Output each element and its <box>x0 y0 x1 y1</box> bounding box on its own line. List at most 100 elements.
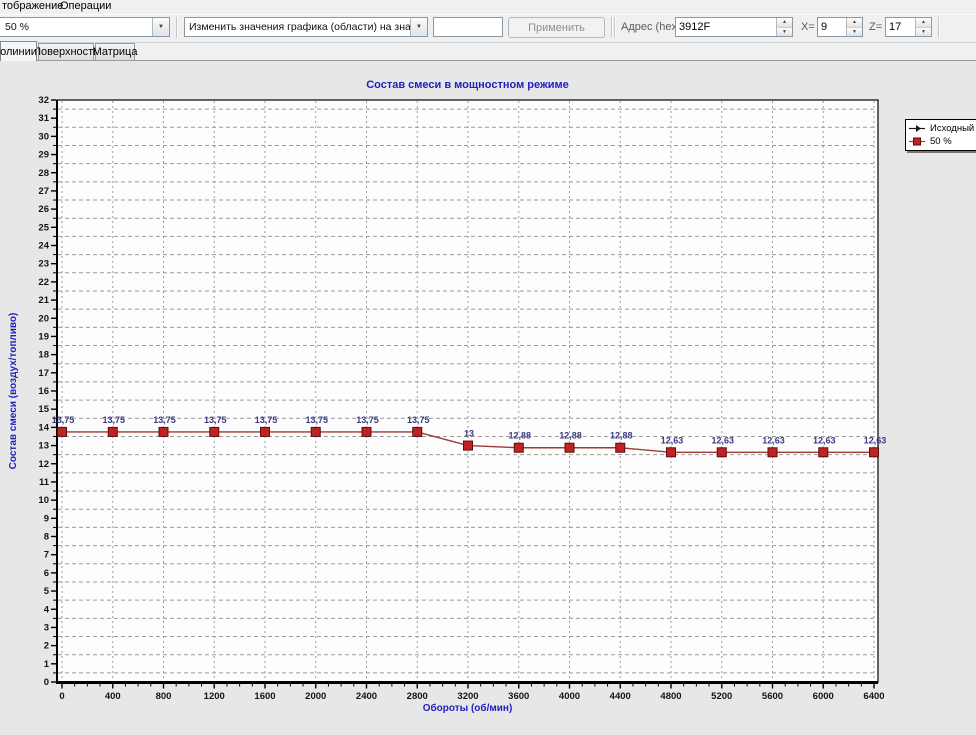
svg-text:13,75: 13,75 <box>356 415 379 425</box>
svg-text:400: 400 <box>105 691 121 702</box>
toolbar-grip <box>614 17 616 38</box>
menu-item-display[interactable]: тображение <box>0 0 65 14</box>
toolbar-separator <box>611 17 613 38</box>
legend-item-50pct: 50 % <box>909 135 974 148</box>
apply-button[interactable]: Применить <box>508 17 605 38</box>
svg-text:4000: 4000 <box>559 691 580 702</box>
svg-text:30: 30 <box>38 131 49 142</box>
svg-text:9: 9 <box>44 513 49 524</box>
svg-text:16: 16 <box>38 386 49 397</box>
tab-isolines[interactable]: олинии <box>0 41 37 61</box>
map-select-combo[interactable]: 50 % ▼ <box>0 17 170 37</box>
svg-text:12,88: 12,88 <box>559 431 582 441</box>
svg-text:11: 11 <box>39 477 50 488</box>
svg-text:7: 7 <box>44 550 49 561</box>
chevron-down-icon[interactable]: ▼ <box>410 18 427 36</box>
svg-text:6: 6 <box>44 568 49 579</box>
svg-text:2: 2 <box>44 641 49 652</box>
svg-text:4400: 4400 <box>610 691 631 702</box>
svg-text:10: 10 <box>38 495 49 506</box>
value-input[interactable] <box>433 17 503 37</box>
svg-text:800: 800 <box>156 691 172 702</box>
svg-text:13,75: 13,75 <box>204 415 227 425</box>
menu-item-operations[interactable]: Операции <box>58 0 113 14</box>
svg-text:13,75: 13,75 <box>52 415 75 425</box>
svg-text:6000: 6000 <box>813 691 834 702</box>
x-input[interactable] <box>818 18 846 36</box>
chart-legend: Исходный 50 % <box>905 119 976 151</box>
operation-select-combo[interactable]: Изменить значения графика (области) на з… <box>184 17 428 37</box>
svg-text:12,63: 12,63 <box>813 435 836 445</box>
z-input[interactable] <box>886 18 915 36</box>
svg-text:2000: 2000 <box>305 691 326 702</box>
svg-text:14: 14 <box>38 422 49 433</box>
svg-text:5: 5 <box>44 586 50 597</box>
svg-text:1: 1 <box>44 659 50 670</box>
svg-text:12,88: 12,88 <box>610 431 633 441</box>
svg-text:13,75: 13,75 <box>153 415 176 425</box>
svg-text:13: 13 <box>464 429 474 439</box>
svg-text:3600: 3600 <box>508 691 529 702</box>
svg-text:12,63: 12,63 <box>661 435 684 445</box>
map-select-value: 50 % <box>0 21 152 33</box>
svg-text:12,63: 12,63 <box>762 435 785 445</box>
spinner-arrows-icon[interactable]: ▲▼ <box>846 18 862 36</box>
svg-text:Обороты (об/мин): Обороты (об/мин) <box>423 702 513 714</box>
ecu-editor-window: тображение Операции 50 % ▼ Изменить знач… <box>0 0 976 735</box>
arrow-line-icon <box>909 124 927 133</box>
spinner-arrows-icon[interactable]: ▲▼ <box>915 18 931 36</box>
svg-text:4: 4 <box>44 604 50 615</box>
svg-text:18: 18 <box>38 350 49 361</box>
x-spinner[interactable]: ▲▼ <box>817 17 863 37</box>
tab-matrix[interactable]: Матрица <box>95 43 135 60</box>
x-label: X= <box>801 21 815 33</box>
menu-bar: тображение Операции <box>0 0 976 14</box>
svg-text:2800: 2800 <box>407 691 428 702</box>
svg-text:0: 0 <box>59 691 64 702</box>
toolbar: 50 % ▼ Изменить значения графика (област… <box>0 14 976 43</box>
svg-text:32: 32 <box>38 95 49 106</box>
svg-text:21: 21 <box>38 295 49 306</box>
operation-select-value: Изменить значения графика (области) на з… <box>185 21 410 33</box>
svg-text:3200: 3200 <box>457 691 478 702</box>
legend-item-original: Исходный <box>909 122 974 135</box>
svg-text:12,88: 12,88 <box>508 431 531 441</box>
svg-text:24: 24 <box>38 241 49 252</box>
svg-text:2400: 2400 <box>356 691 377 702</box>
z-spinner[interactable]: ▲▼ <box>885 17 932 37</box>
svg-text:4800: 4800 <box>660 691 681 702</box>
svg-text:5600: 5600 <box>762 691 783 702</box>
svg-text:6400: 6400 <box>863 691 884 702</box>
svg-text:27: 27 <box>38 186 49 197</box>
svg-text:23: 23 <box>38 259 49 270</box>
spinner-arrows-icon[interactable]: ▲▼ <box>776 18 792 36</box>
svg-text:3: 3 <box>44 622 49 633</box>
svg-text:13,75: 13,75 <box>407 415 430 425</box>
svg-text:13: 13 <box>38 441 49 452</box>
svg-text:26: 26 <box>38 204 49 215</box>
svg-text:29: 29 <box>38 150 49 161</box>
square-marker-icon <box>909 137 927 146</box>
z-label: Z= <box>869 21 882 33</box>
svg-text:13,75: 13,75 <box>102 415 125 425</box>
svg-text:8: 8 <box>44 532 49 543</box>
address-label: Адрес (hex) <box>621 21 681 33</box>
svg-text:22: 22 <box>38 277 49 288</box>
tab-surface[interactable]: Поверхность <box>38 43 94 60</box>
svg-text:Состав смеси в мощностном режи: Состав смеси в мощностном режиме <box>366 79 569 91</box>
svg-text:28: 28 <box>38 168 49 179</box>
svg-text:25: 25 <box>38 222 49 233</box>
address-input[interactable] <box>676 18 776 36</box>
svg-text:13,75: 13,75 <box>255 415 278 425</box>
svg-text:Состав смеси (воздух/топливо): Состав смеси (воздух/топливо) <box>8 313 19 470</box>
address-spinner[interactable]: ▲▼ <box>675 17 793 37</box>
mixture-chart[interactable]: 0400800120016002000240028003200360040004… <box>0 60 976 735</box>
svg-text:12: 12 <box>38 459 49 470</box>
svg-text:12,63: 12,63 <box>864 435 887 445</box>
svg-text:13,75: 13,75 <box>305 415 328 425</box>
svg-text:31: 31 <box>38 113 49 124</box>
toolbar-separator <box>938 17 940 38</box>
svg-text:12,63: 12,63 <box>711 435 734 445</box>
tab-bar: олинии Поверхность Матрица <box>0 41 976 60</box>
chevron-down-icon[interactable]: ▼ <box>152 18 169 36</box>
